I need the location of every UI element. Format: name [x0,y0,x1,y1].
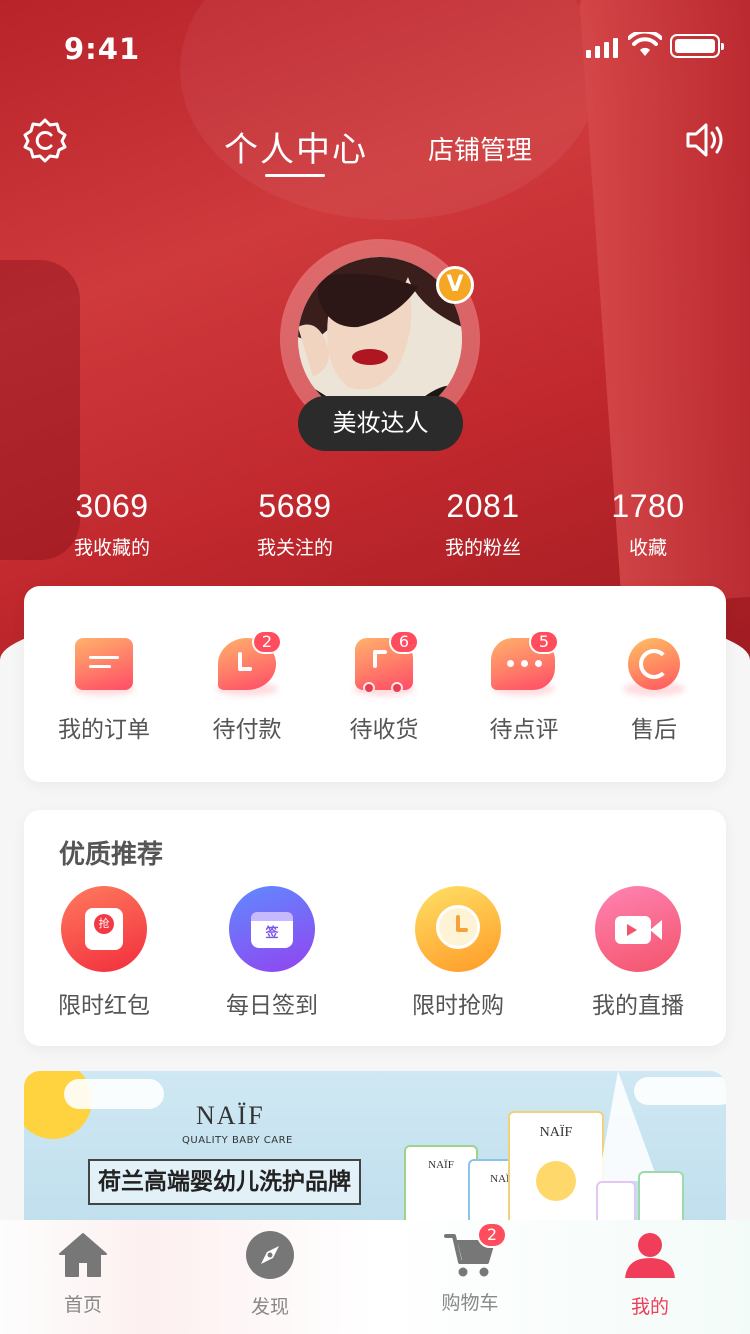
order-label: 我的订单 [58,717,150,743]
stat-value: 1780 [611,488,685,524]
user-icon [625,1233,675,1278]
checkin-glyph: 签 [265,926,279,941]
order-badge: 5 [529,630,559,654]
order-label: 待点评 [489,717,559,743]
stat-label: 收藏 [628,537,667,559]
bottle-label: NAÏF [539,1125,573,1140]
stat-favorites[interactable]: 3069 我收藏的 [37,488,187,560]
cloud-illustration [64,1079,164,1109]
wifi-icon [628,32,662,56]
bottle-label: NAÏF [428,1159,454,1171]
tab-mine[interactable]: 我的 [590,1228,710,1319]
verified-badge: V [436,266,474,304]
pending-payment-icon: 2 [212,630,282,696]
order-item-my-orders[interactable]: 我的订单 [44,634,164,744]
profile-page: 9:41 个人中心 店铺管理 V 美妆达人 3069 我收藏的 5689 我关注… [0,0,750,1334]
tab-home[interactable]: 首页 [23,1228,143,1317]
recommend-card: 优质推荐 抢 限时红包 签 每日签到 限时抢购 我的直播 [24,810,726,1046]
alarm-clock-icon [415,886,501,972]
tab-store-management[interactable]: 店铺管理 [428,130,532,167]
order-item-pending-delivery[interactable]: 6 待收货 [324,630,444,744]
tab-label: 我的 [630,1296,669,1318]
stat-label: 我的粉丝 [444,537,521,559]
calendar-checkin-icon: 签 [229,886,315,972]
stat-fans[interactable]: 2081 我的粉丝 [408,488,558,560]
cart-icon-wrap: 2 [443,1222,507,1282]
orders-card: 我的订单 2 待付款 6 待收货 5 待点评 售后 [24,586,726,782]
battery-icon [670,34,724,58]
nickname-pill: 美妆达人 [298,396,463,451]
tab-personal-center[interactable]: 个人中心 [224,122,368,171]
order-item-to-review[interactable]: 5 待点评 [464,630,584,744]
rec-label: 每日签到 [226,993,318,1019]
tab-label: 购物车 [441,1292,499,1314]
red-packet-glyph: 抢 [94,914,114,934]
stat-following[interactable]: 5689 我关注的 [220,488,370,560]
banner-brand-tagline: QUALITY BABY CARE [182,1135,293,1146]
cart-badge: 2 [477,1222,507,1248]
order-item-after-sales[interactable]: 售后 [594,634,714,744]
tab-label: 发现 [250,1296,289,1318]
comment-icon: 5 [489,630,559,696]
order-label: 待付款 [212,717,282,743]
banner-slogan: 荷兰高端婴幼儿洗护品牌 [88,1159,361,1205]
status-time: 9:41 [64,32,141,66]
delivery-truck-icon: 6 [349,630,419,696]
stat-value: 3069 [75,488,149,524]
stat-label: 我收藏的 [73,537,150,559]
rec-item-flash-sale[interactable]: 限时抢购 [388,886,528,1020]
speaker-icon[interactable] [684,118,728,162]
stat-value: 5689 [258,488,332,524]
red-packet-icon: 抢 [61,886,147,972]
order-item-pending-payment[interactable]: 2 待付款 [187,630,307,744]
stat-collections[interactable]: 1780 收藏 [573,488,723,560]
signal-icon [586,36,618,58]
rec-item-live[interactable]: 我的直播 [568,886,708,1020]
promo-banner[interactable]: NAÏF QUALITY BABY CARE 荷兰高端婴幼儿洗护品牌 萌萌之上国… [24,1071,726,1241]
order-badge: 2 [252,630,282,654]
tab-discover[interactable]: 发现 [210,1228,330,1319]
settings-icon[interactable] [22,117,68,163]
video-camera-icon [595,886,681,972]
after-sales-icon [619,634,689,696]
home-icon [59,1233,107,1277]
rec-item-checkin[interactable]: 签 每日签到 [202,886,342,1020]
rec-label: 限时红包 [58,993,150,1019]
section-title: 优质推荐 [59,840,164,870]
active-tab-indicator [265,174,325,177]
banner-brand: NAÏF [196,1101,265,1130]
compass-icon [246,1231,294,1279]
tab-label: 首页 [63,1294,102,1316]
order-list-icon [69,634,139,696]
tab-cart[interactable]: 2 购物车 [410,1222,530,1315]
rec-label: 我的直播 [592,993,684,1019]
stat-value: 2081 [446,488,520,524]
rec-label: 限时抢购 [412,993,504,1019]
order-badge: 6 [389,630,419,654]
stat-label: 我关注的 [256,537,333,559]
sail-illustration [598,1071,658,1181]
order-label: 售后 [631,717,677,743]
order-label: 待收货 [349,717,419,743]
status-bar: 9:41 [0,0,750,88]
tab-bar: 首页 发现 2 购物车 我的 [0,1220,750,1334]
rec-item-red-packet[interactable]: 抢 限时红包 [34,886,174,1020]
